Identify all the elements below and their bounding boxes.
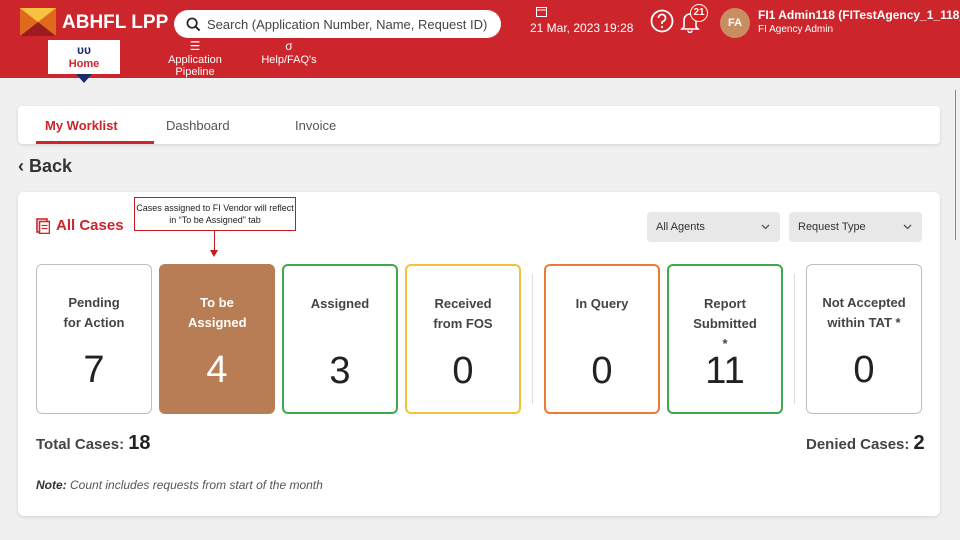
user-name[interactable]: FI1 Admin118 (FITestAgency_1_118_Use xyxy=(758,8,960,22)
request-type-filter-select[interactable]: Request Type xyxy=(789,212,922,242)
nav-tab-label: Home xyxy=(68,58,100,70)
chevron-down-icon xyxy=(903,224,912,230)
chevron-left-icon: ‹ xyxy=(18,156,24,176)
denied-cases-value: 2 xyxy=(913,432,925,454)
search-input[interactable] xyxy=(207,16,497,32)
denied-cases: Denied Cases: 2 xyxy=(806,432,925,455)
total-cases-label: Total Cases: xyxy=(36,436,125,453)
notification-count-badge: 21 xyxy=(690,4,708,22)
tile-count: 0 xyxy=(452,350,474,392)
tile-group-divider xyxy=(532,274,533,404)
denied-cases-label: Denied Cases: xyxy=(806,436,910,453)
user-role: FI Agency Admin xyxy=(758,24,834,35)
total-cases-value: 18 xyxy=(128,432,151,454)
tab-dashboard[interactable]: Dashboard xyxy=(166,118,230,133)
brand-name[interactable]: ABHFL LPP xyxy=(62,12,168,34)
help-question-icon[interactable] xyxy=(650,9,674,33)
home-icon: ᴜᴜ xyxy=(77,43,91,57)
calendar-icon xyxy=(536,7,547,17)
tile-report-submitted[interactable]: Report Submitted * 11 xyxy=(667,264,783,414)
agents-filter-select[interactable]: All Agents xyxy=(647,212,780,242)
annotation-arrow-head xyxy=(210,250,218,257)
tile-label: Pending for Action xyxy=(63,295,125,330)
top-header: ABHFL LPP 21 Mar, 2023 19:28 21 FA FI1 A… xyxy=(0,0,960,83)
tab-invoice[interactable]: Invoice xyxy=(295,118,336,133)
tile-label: Report Submitted * xyxy=(693,296,757,351)
page-scrollbar[interactable] xyxy=(955,90,956,240)
search-box[interactable] xyxy=(174,10,501,38)
annotation-callout: Cases assigned to FI Vendor will reflect… xyxy=(134,197,296,231)
document-icon xyxy=(36,217,50,234)
tile-to-be-assigned[interactable]: To be Assigned 4 xyxy=(159,264,275,414)
request-type-filter-value: Request Type xyxy=(798,221,866,233)
nav-tab-application-pipeline[interactable]: ☰ Application Pipeline xyxy=(150,40,240,78)
tile-in-query[interactable]: In Query 0 xyxy=(544,264,660,414)
card-title-text: All Cases xyxy=(56,217,124,234)
help-icon: σ xyxy=(285,39,293,53)
worklist-subtabs: My Worklist Dashboard Invoice xyxy=(18,106,940,144)
active-tab-caret xyxy=(76,74,92,83)
pipeline-icon: ☰ xyxy=(189,39,201,53)
tile-count: 3 xyxy=(329,350,351,392)
tile-received-from-fos[interactable]: Received from FOS 0 xyxy=(405,264,521,414)
tile-count: 7 xyxy=(83,349,105,391)
current-datetime: 21 Mar, 2023 19:28 xyxy=(530,21,634,35)
abhfl-logo-icon[interactable] xyxy=(20,8,56,36)
annotation-arrow-line xyxy=(214,231,215,251)
nav-tab-help-faqs[interactable]: σ Help/FAQ's xyxy=(254,40,324,66)
tile-label: Not Accepted within TAT * xyxy=(822,295,906,330)
search-icon xyxy=(186,17,201,31)
tile-pending-for-action[interactable]: Pending for Action 7 xyxy=(36,264,152,414)
back-button[interactable]: ‹ Back xyxy=(18,156,72,177)
nav-tab-label: Application Pipeline xyxy=(168,54,222,78)
agents-filter-value: All Agents xyxy=(656,221,705,233)
tile-label: In Query xyxy=(575,296,629,311)
tile-label: Received from FOS xyxy=(433,296,493,331)
tile-assigned[interactable]: Assigned 3 xyxy=(282,264,398,414)
tile-count: 4 xyxy=(206,349,228,391)
note-text: Count includes requests from start of th… xyxy=(70,478,323,492)
count-note: Note: Count includes requests from start… xyxy=(36,478,323,492)
chevron-down-icon xyxy=(761,224,770,230)
tile-count: 0 xyxy=(591,350,613,392)
note-label: Note: xyxy=(36,478,67,492)
tile-label: Assigned xyxy=(310,296,370,311)
tile-group-divider xyxy=(794,274,795,404)
tile-count: 0 xyxy=(853,349,875,391)
tile-count: 11 xyxy=(705,350,745,392)
nav-tab-label: Help/FAQ's xyxy=(261,54,317,66)
total-cases: Total Cases: 18 xyxy=(36,432,151,455)
all-cases-title: All Cases xyxy=(36,217,124,234)
tab-my-worklist[interactable]: My Worklist xyxy=(45,118,118,133)
avatar[interactable]: FA xyxy=(720,8,750,38)
tile-label: To be Assigned xyxy=(188,295,247,330)
nav-tab-home[interactable]: ᴜᴜ Home xyxy=(48,40,120,74)
back-label: Back xyxy=(29,156,73,176)
tile-not-accepted-within-tat[interactable]: Not Accepted within TAT * 0 xyxy=(806,264,922,414)
active-tab-underline xyxy=(36,141,154,144)
